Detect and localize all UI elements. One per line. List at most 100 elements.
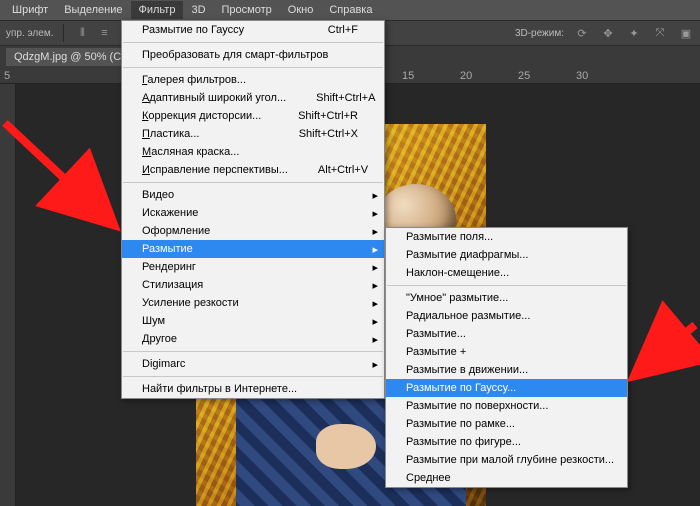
3d-pan-icon[interactable]: ✥ xyxy=(600,25,616,41)
submenu-arrow-icon: ▸ xyxy=(372,279,378,292)
blur-submenu-item[interactable]: Размытие диафрагмы... xyxy=(386,246,627,264)
ruler-tick-label: 20 xyxy=(460,70,472,82)
filter-menu-item[interactable]: Шум▸ xyxy=(122,312,384,330)
menu-separator xyxy=(123,67,383,68)
filter-menu-item[interactable]: Найти фильтры в Интернете... xyxy=(122,380,384,398)
menu-item-label: Шум xyxy=(142,315,165,327)
submenu-arrow-icon: ▸ xyxy=(372,207,378,220)
menu-item-label: Масляная краска... xyxy=(142,146,239,158)
menu-item-label: Исправление перспективы... xyxy=(142,164,288,176)
menu-item-select[interactable]: Выделение xyxy=(56,1,130,19)
menu-shortcut: Shift+Ctrl+X xyxy=(269,128,358,140)
blur-submenu-item[interactable]: Размытие... xyxy=(386,325,627,343)
filter-menu-item[interactable]: Размытие по Гауссу Ctrl+F xyxy=(122,21,384,39)
filter-menu-item[interactable]: Digimarc ▸ xyxy=(122,355,384,373)
menu-item-label: Преобразовать для смарт-фильтров xyxy=(142,49,328,61)
control-label: упр. элем. xyxy=(6,28,53,39)
menu-item-filter[interactable]: Фильтр xyxy=(131,1,184,19)
menu-item-label: Оформление xyxy=(142,225,210,237)
menu-item-label: Размытие xyxy=(142,243,193,255)
blur-submenu-item[interactable]: Размытие по фигуре... xyxy=(386,433,627,451)
menu-shortcut: Shift+Ctrl+R xyxy=(268,110,358,122)
blur-submenu-item[interactable]: Размытие по рамке... xyxy=(386,415,627,433)
blur-submenu-item[interactable]: Радиальное размытие... xyxy=(386,307,627,325)
menu-shortcut: Alt+Ctrl+V xyxy=(288,164,368,176)
menu-separator xyxy=(123,351,383,352)
filter-menu-item[interactable]: Размытие ▸ xyxy=(122,240,384,258)
menu-item-label: Размытие по рамке... xyxy=(406,418,515,430)
menu-item-view[interactable]: Просмотр xyxy=(214,1,280,19)
ruler-tick-label: 25 xyxy=(518,70,530,82)
filter-menu-item[interactable]: Галерея фильтров... xyxy=(122,71,384,89)
ruler-vertical xyxy=(0,84,16,506)
filter-menu-item[interactable]: Стилизация▸ xyxy=(122,276,384,294)
blur-submenu-item[interactable]: Размытие + xyxy=(386,343,627,361)
menu-item-label: Искажение xyxy=(142,207,198,219)
menu-item-label: Размытие диафрагмы... xyxy=(406,249,528,261)
filter-menu-item[interactable]: Пластика... Shift+Ctrl+X xyxy=(122,125,384,143)
filter-menu-item[interactable]: Видео▸ xyxy=(122,186,384,204)
menu-item-label: Размытие по Гауссу xyxy=(142,24,244,36)
menu-separator xyxy=(387,285,626,286)
filter-menu-item[interactable]: Усиление резкости▸ xyxy=(122,294,384,312)
submenu-arrow-icon: ▸ xyxy=(372,261,378,274)
align-icon-2[interactable]: ≡ xyxy=(96,25,112,41)
menu-separator xyxy=(123,376,383,377)
blur-submenu-item[interactable]: "Умное" размытие... xyxy=(386,289,627,307)
blur-submenu-item[interactable]: Размытие по поверхности... xyxy=(386,397,627,415)
menu-item-help[interactable]: Справка xyxy=(321,1,380,19)
submenu-arrow-icon: ▸ xyxy=(372,297,378,310)
mode-label: 3D-режим: xyxy=(515,28,564,39)
menu-item-label: Digimarc xyxy=(142,358,185,370)
menu-item-label: Размытие в движении... xyxy=(406,364,528,376)
menu-item-label: Коррекция дисторсии... xyxy=(142,110,261,122)
menu-item-label: "Умное" размытие... xyxy=(406,292,508,304)
filter-menu-item[interactable]: Коррекция дисторсии... Shift+Ctrl+R xyxy=(122,107,384,125)
align-icon[interactable]: ⫴ xyxy=(74,25,90,41)
menu-item-label: Найти фильтры в Интернете... xyxy=(142,383,297,395)
ruler-tick-label: 15 xyxy=(402,70,414,82)
menu-item-label: Размытие + xyxy=(406,346,466,358)
menu-item-3d[interactable]: 3D xyxy=(183,1,213,19)
filter-menu-item[interactable]: Рендеринг▸ xyxy=(122,258,384,276)
blur-submenu-item[interactable]: Среднее xyxy=(386,469,627,487)
submenu-arrow-icon: ▸ xyxy=(372,358,378,371)
3d-orbit-icon[interactable]: ⟳ xyxy=(574,25,590,41)
menu-item-label: Размытие по Гауссу... xyxy=(406,382,516,394)
separator xyxy=(63,24,64,42)
blur-submenu-item[interactable]: Наклон-смещение... xyxy=(386,264,627,282)
menu-item-label: Размытие при малой глубине резкости... xyxy=(406,454,614,466)
menu-shortcut: Ctrl+F xyxy=(298,24,358,36)
3d-scale-icon[interactable]: ⤧ xyxy=(652,25,668,41)
blur-submenu-item[interactable]: Размытие по Гауссу... xyxy=(386,379,627,397)
submenu-arrow-icon: ▸ xyxy=(372,225,378,238)
blur-submenu-item[interactable]: Размытие поля... xyxy=(386,228,627,246)
menu-shortcut: Shift+Ctrl+A xyxy=(286,92,375,104)
blur-submenu-item[interactable]: Размытие в движении... xyxy=(386,361,627,379)
3d-move-icon[interactable]: ✦ xyxy=(626,25,642,41)
filter-menu-item[interactable]: Исправление перспективы...Alt+Ctrl+V xyxy=(122,161,384,179)
submenu-arrow-icon: ▸ xyxy=(372,243,378,256)
filter-menu-item[interactable]: Масляная краска... xyxy=(122,143,384,161)
menu-item-label: Радиальное размытие... xyxy=(406,310,530,322)
menubar: Шрифт Выделение Фильтр 3D Просмотр Окно … xyxy=(0,0,700,20)
menu-item-label: Размытие поля... xyxy=(406,231,493,243)
menu-item-font[interactable]: Шрифт xyxy=(4,1,56,19)
3d-camera-icon[interactable]: ▣ xyxy=(678,25,694,41)
blur-submenu: Размытие поля... Размытие диафрагмы... Нак… xyxy=(385,227,628,488)
menu-item-label: Среднее xyxy=(406,472,451,484)
submenu-arrow-icon: ▸ xyxy=(372,189,378,202)
filter-menu-item[interactable]: Оформление ▸ xyxy=(122,222,384,240)
filter-menu-item[interactable]: Адаптивный широкий угол...Shift+Ctrl+A xyxy=(122,89,384,107)
menu-item-label: Размытие по фигуре... xyxy=(406,436,521,448)
menu-separator xyxy=(123,42,383,43)
filter-menu-item[interactable]: Другое▸ xyxy=(122,330,384,348)
menu-item-label: Пластика... xyxy=(142,128,199,140)
filter-menu-item[interactable]: Преобразовать для смарт-фильтров xyxy=(122,46,384,64)
blur-submenu-item[interactable]: Размытие при малой глубине резкости... xyxy=(386,451,627,469)
submenu-arrow-icon: ▸ xyxy=(372,333,378,346)
menu-item-window[interactable]: Окно xyxy=(280,1,322,19)
ruler-tick-label: 30 xyxy=(576,70,588,82)
menu-item-label: Размытие... xyxy=(406,328,466,340)
filter-menu-item[interactable]: Искажение ▸ xyxy=(122,204,384,222)
